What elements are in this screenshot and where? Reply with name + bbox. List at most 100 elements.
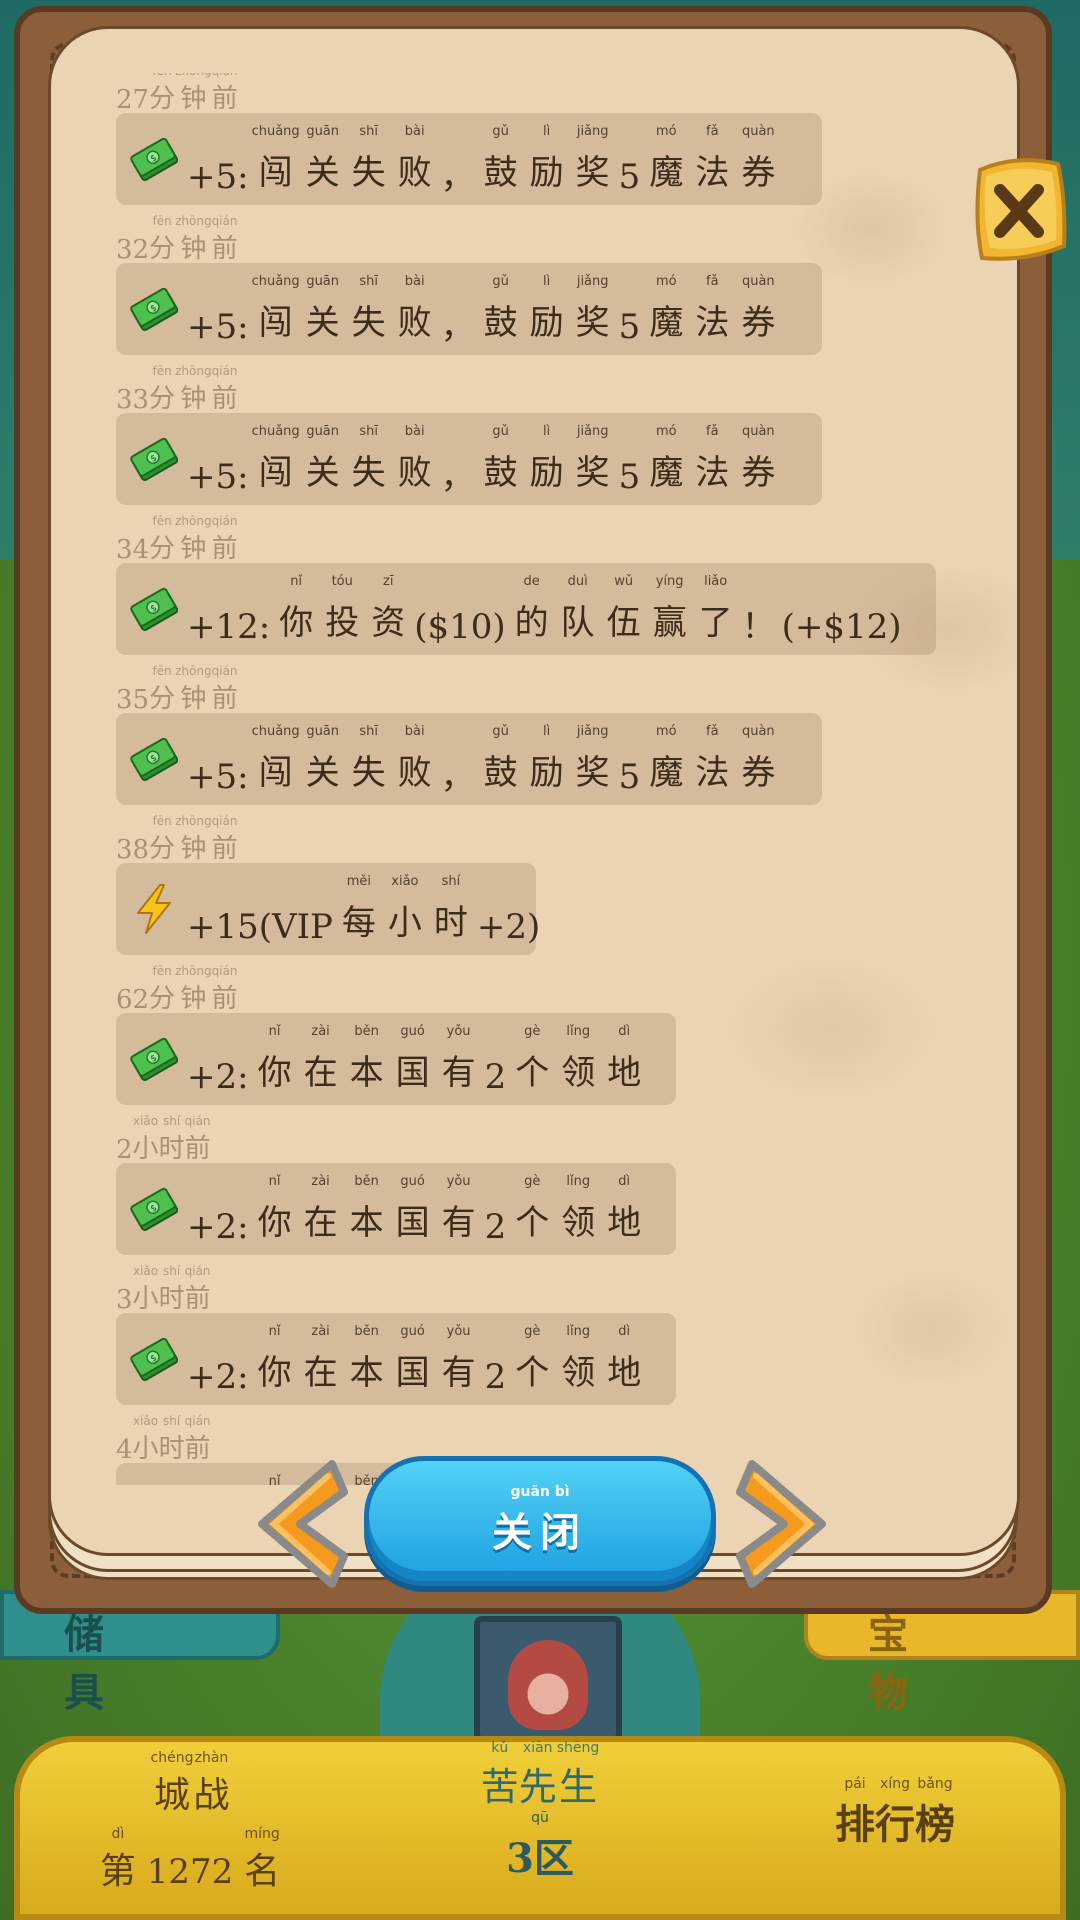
hanzi: 榜 xyxy=(915,1801,955,1848)
log-message-char: jiǎng 奖 xyxy=(570,424,616,494)
pinyin: gè xyxy=(524,1024,541,1039)
log-time: 34 fēn 分 zhōng 钟 qián 前 xyxy=(116,514,956,565)
pinyin: fēn xyxy=(152,814,172,828)
hanzi: 分 xyxy=(149,84,176,114)
ranking-char: bǎng 榜 xyxy=(915,1776,955,1850)
hanzi: 魔 xyxy=(649,153,684,193)
hanzi: 钟 xyxy=(180,534,207,564)
hanzi: 前 xyxy=(184,1434,211,1464)
city-war-button[interactable]: chéng 城 zhàn 战 dì 第 1272 míng 名 xyxy=(70,1740,310,1892)
pinyin: zhōng xyxy=(175,214,212,228)
log-card: $+2: nǐ 你 zài 在 běn 本 guó 国 yǒu 有2 gè 个 lǐng 领 dì 地 xyxy=(116,1163,676,1255)
log-list[interactable]: 27fēn分zhōng钟qián前 $+5:chuǎng闯guān关shī失bài… xyxy=(116,73,956,1485)
log-time: 27 fēn 分 zhōng 钟 qián 前 xyxy=(116,73,956,115)
hanzi: 败 xyxy=(397,153,432,193)
log-message-char: guān 关 xyxy=(300,124,346,194)
ranking-button[interactable]: pái 排 xíng 行 bǎng 榜 xyxy=(780,1776,1010,1850)
pinyin: chéng xyxy=(150,1750,194,1766)
log-message-text: 2 xyxy=(484,1057,507,1097)
close-button[interactable]: guān bì 关闭 xyxy=(364,1456,716,1586)
pinyin: xiǎo xyxy=(391,874,419,889)
cash-icon: $ xyxy=(130,137,178,182)
log-message-char: guó 国 xyxy=(390,1024,436,1094)
player-name: kǔ 苦 xiān 先 shēng 生 xyxy=(440,1740,640,1811)
pinyin: fǎ xyxy=(706,274,719,289)
hanzi: 城 xyxy=(153,1775,190,1816)
pinyin: guān xyxy=(306,424,340,439)
hanzi: 领 xyxy=(561,1203,596,1243)
pinyin: gè xyxy=(524,1174,541,1189)
hanzi: 有 xyxy=(441,1353,476,1393)
hanzi: 你 xyxy=(257,1203,292,1243)
log-message-char: yǒu 有 xyxy=(436,1024,482,1094)
hanzi: 领 xyxy=(561,1353,596,1393)
previous-page-button[interactable] xyxy=(244,1456,354,1592)
city-war-rank-char: míng 名 xyxy=(244,1826,280,1894)
log-message-char: shī 失 xyxy=(346,724,392,794)
hanzi: 奖 xyxy=(575,303,610,343)
pinyin: fēn xyxy=(152,514,172,528)
log-card: $ +5: chuǎng 闯 guān 关 shī 失 bài 败， gǔ 鼓 lì 励 jiǎng 奖 5 mó… xyxy=(116,263,822,355)
log-message-char: yǒu 有 xyxy=(436,1324,482,1394)
pinyin: chuǎng xyxy=(251,274,300,289)
pinyin: dì xyxy=(618,1324,631,1339)
log-message-char: lǐng 领 xyxy=(555,1174,601,1244)
log-message-char: dì 地 xyxy=(601,1324,647,1394)
hanzi: 魔 xyxy=(649,753,684,793)
hanzi: 券 xyxy=(741,303,776,343)
hanzi: 前 xyxy=(211,384,238,414)
hanzi: 国 xyxy=(395,1353,430,1393)
log-entry: 33 fēn 分 zhōng 钟 qián 前 $ +5: chuǎng 闯 guān 关 shī 失 bài… xyxy=(116,364,956,523)
log-time-unit-char: qián 前 xyxy=(185,1414,211,1465)
hanzi: 关 xyxy=(305,453,340,493)
pinyin: xiān xyxy=(522,1740,553,1756)
pinyin: xiǎo xyxy=(132,1114,159,1128)
log-message-char: lì 励 xyxy=(524,274,570,344)
log-message-char: chuǎng 闯 xyxy=(252,724,300,794)
next-page-button[interactable] xyxy=(730,1456,840,1592)
hanzi: 队 xyxy=(560,603,595,643)
hanzi: 资 xyxy=(371,603,406,643)
pinyin: zhōng xyxy=(175,664,212,678)
log-message-char: nǐ 你 xyxy=(273,574,319,644)
hanzi: 苦 xyxy=(480,1765,519,1809)
log-message-text: 2 xyxy=(484,1357,507,1397)
log-time-unit-char: fēn 分 xyxy=(149,214,175,265)
log-time-unit-char: qián 前 xyxy=(185,1264,211,1315)
log-time-value: 3 xyxy=(116,1285,133,1315)
pinyin: zī xyxy=(383,574,394,589)
log-message-char: fǎ 法 xyxy=(689,724,735,794)
log-time-unit-char: qián 前 xyxy=(212,73,238,115)
pinyin: fǎ xyxy=(706,124,719,139)
log-card: $ +5: chuǎng 闯 guān 关 shī 失 bài 败， gǔ 鼓 lì 励 jiǎng 奖 5 mó… xyxy=(116,713,822,805)
hanzi: 分 xyxy=(149,234,176,264)
close-icon[interactable] xyxy=(966,150,1070,280)
pinyin: zài xyxy=(311,1174,330,1189)
player-avatar[interactable] xyxy=(474,1616,622,1742)
log-amount: +2: xyxy=(187,1207,249,1247)
hanzi: 有 xyxy=(441,1203,476,1243)
pinyin: duì xyxy=(567,574,588,589)
log-message-char: quàn 券 xyxy=(735,274,781,344)
pinyin: jiǎng xyxy=(576,274,609,289)
log-message-char: jiǎng 奖 xyxy=(570,274,616,344)
log-message-text: ， xyxy=(440,757,475,797)
log-time: 32 fēn 分 zhōng 钟 qián 前 xyxy=(116,214,956,265)
log-message-char: běn 本 xyxy=(344,1324,390,1394)
zone-label: 3区 xyxy=(506,1835,574,1882)
log-time-unit-char: xiǎo 小 xyxy=(133,1414,159,1465)
pinyin: mó xyxy=(656,424,677,439)
log-message-char: tóu 投 xyxy=(319,574,365,644)
log-message-char: lì 励 xyxy=(524,724,570,794)
hanzi: 失 xyxy=(351,153,386,193)
hanzi: 钟 xyxy=(180,84,207,114)
pinyin: liǎo xyxy=(704,574,728,589)
log-time: 3 xiǎo 小 shí 时 qián 前 xyxy=(116,1264,956,1315)
pinyin: quàn xyxy=(741,424,775,439)
hanzi: 前 xyxy=(211,84,238,114)
hanzi: 地 xyxy=(607,1353,642,1393)
hanzi: 励 xyxy=(529,753,564,793)
log-amount: +15(VIP xyxy=(187,907,333,947)
pinyin: chuǎng xyxy=(251,124,300,139)
log-message-char: yíng 赢 xyxy=(647,574,693,644)
